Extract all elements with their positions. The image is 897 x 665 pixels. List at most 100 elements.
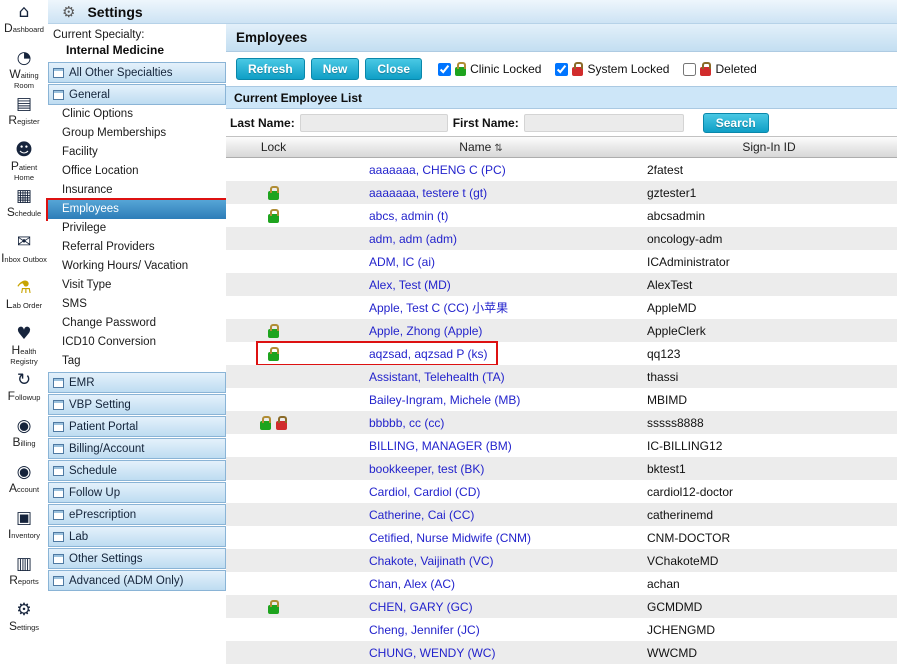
employee-name-link[interactable]: Catherine, Cai (CC) <box>369 508 474 522</box>
sidebar-section-patient-portal[interactable]: Patient Portal <box>48 416 226 437</box>
sidebar-section-billing-account[interactable]: Billing/Account <box>48 438 226 459</box>
sign-in-id: AppleMD <box>641 301 897 315</box>
employee-name-link[interactable]: Cardiol, Cardiol (CD) <box>369 485 480 499</box>
employee-name-link[interactable]: Cetified, Nurse Midwife (CNM) <box>369 531 531 545</box>
nav-rail-item-health-registry[interactable]: ♥Health Registry <box>0 323 48 369</box>
employee-name-link[interactable]: Bailey-Ingram, Michele (MB) <box>369 393 520 407</box>
employee-name-link[interactable]: Chakote, Vaijinath (VC) <box>369 554 494 568</box>
sidebar-item-visit-type[interactable]: Visit Type <box>48 276 226 295</box>
sidebar-item-facility[interactable]: Facility <box>48 143 226 162</box>
nav-rail-item-inventory[interactable]: ▣Inventory <box>0 507 48 553</box>
red-lock-icon <box>276 421 287 430</box>
sidebar-item-working-hours-vacation[interactable]: Working Hours/ Vacation <box>48 257 226 276</box>
nav-rail-item-schedule[interactable]: ▦Schedule <box>0 185 48 231</box>
sidebar-item-icd10-conversion[interactable]: ICD10 Conversion <box>48 333 226 352</box>
sidebar-section-vbp-setting[interactable]: VBP Setting <box>48 394 226 415</box>
sidebar-item-office-location[interactable]: Office Location <box>48 162 226 181</box>
employee-name-link[interactable]: Assistant, Telehealth (TA) <box>369 370 505 384</box>
nav-rail-item-register[interactable]: ▤Register <box>0 93 48 139</box>
checkbox-clinic-locked[interactable] <box>438 63 451 76</box>
filter-clinic-locked: Clinic Locked <box>438 62 541 76</box>
expand-icon <box>53 532 64 542</box>
nav-rail-item-billing[interactable]: ◉Billing <box>0 415 48 461</box>
employee-name-link[interactable]: Chan, Alex (AC) <box>369 577 455 591</box>
expand-icon <box>53 444 64 454</box>
sidebar-item-referral-providers[interactable]: Referral Providers <box>48 238 226 257</box>
sidebar-section-follow-up[interactable]: Follow Up <box>48 482 226 503</box>
sidebar-section-advanced-adm-only[interactable]: Advanced (ADM Only) <box>48 570 226 591</box>
current-specialty-label: Current Specialty: <box>48 24 226 41</box>
employee-name-link[interactable]: Alex, Test (MD) <box>369 278 451 292</box>
filter-label: System Locked <box>587 62 669 76</box>
checkbox-deleted[interactable] <box>683 63 696 76</box>
employee-name-link[interactable]: abcs, admin (t) <box>369 209 448 223</box>
employee-name-link[interactable]: CHUNG, WENDY (WC) <box>369 646 495 660</box>
name-cell: ADM, IC (ai) <box>321 255 641 269</box>
sidebar-section-schedule[interactable]: Schedule <box>48 460 226 481</box>
nav-rail-item-lab-order[interactable]: ⚗Lab Order <box>0 277 48 323</box>
employee-name-link[interactable]: aaaaaaa, CHENG C (PC) <box>369 163 506 177</box>
employee-row: adm, adm (adm)oncology-adm <box>226 227 897 250</box>
sidebar-section-lab[interactable]: Lab <box>48 526 226 547</box>
nav-rail-label: Register <box>8 114 39 128</box>
refresh-button[interactable]: Refresh <box>236 58 305 80</box>
sort-icon: ⇅ <box>494 143 502 154</box>
employee-name-link[interactable]: CHEN, GARY (GC) <box>369 600 473 614</box>
name-cell: bbbbb, cc (cc) <box>321 416 641 430</box>
sidebar-section-label: Lab <box>69 531 88 543</box>
nav-rail-item-settings[interactable]: ⚙Settings <box>0 599 48 645</box>
employee-name-link[interactable]: aaaaaaa, testere t (gt) <box>369 186 487 200</box>
sidebar-item-employees[interactable]: Employees <box>48 200 226 219</box>
expand-icon <box>53 400 64 410</box>
sidebar-section-other-settings[interactable]: Other Settings <box>48 548 226 569</box>
sidebar-section-label: Other Settings <box>69 553 143 565</box>
nav-rail-item-account[interactable]: ◉Account <box>0 461 48 507</box>
sidebar-section-label: Patient Portal <box>69 421 138 433</box>
sidebar-item-clinic-options[interactable]: Clinic Options <box>48 105 226 124</box>
employee-name-link[interactable]: Apple, Zhong (Apple) <box>369 324 482 338</box>
sidebar-item-change-password[interactable]: Change Password <box>48 314 226 333</box>
search-button[interactable]: Search <box>703 113 769 133</box>
sidebar-section-general[interactable]: General <box>48 84 226 105</box>
employee-name-link[interactable]: Apple, Test C (CC) 小苹果 <box>369 301 508 315</box>
sidebar-section-eprescription[interactable]: ePrescription <box>48 504 226 525</box>
sidebar-section-all-other-specialties[interactable]: All Other Specialties <box>48 62 226 83</box>
first-name-input[interactable] <box>524 114 684 132</box>
new-button[interactable]: New <box>311 58 360 80</box>
nav-rail-item-followup[interactable]: ↻Followup <box>0 369 48 415</box>
checkbox-system-locked[interactable] <box>555 63 568 76</box>
nav-rail-label: Followup <box>8 390 41 404</box>
sidebar-item-sms[interactable]: SMS <box>48 295 226 314</box>
sidebar-item-group-memberships[interactable]: Group Memberships <box>48 124 226 143</box>
account-icon: ◉ <box>17 464 32 481</box>
last-name-input[interactable] <box>300 114 448 132</box>
name-cell: bookkeeper, test (BK) <box>321 462 641 476</box>
employee-name-link[interactable]: BILLING, MANAGER (BM) <box>369 439 512 453</box>
employee-name-link[interactable]: ADM, IC (ai) <box>369 255 435 269</box>
sidebar-section-label: Billing/Account <box>69 443 144 455</box>
nav-rail-item-dashboard[interactable]: ⌂Dashboard <box>0 1 48 47</box>
column-header-name[interactable]: Name⇅ <box>321 140 641 154</box>
employee-row: Chakote, Vaijinath (VC)VChakoteMD <box>226 549 897 572</box>
sidebar-item-privilege[interactable]: Privilege <box>48 219 226 238</box>
column-header-signin: Sign-In ID <box>641 140 897 154</box>
sidebar-item-insurance[interactable]: Insurance <box>48 181 226 200</box>
lock-cell <box>226 209 321 223</box>
nav-rail-item-patient-home[interactable]: ☻Patient Home <box>0 139 48 185</box>
employee-row: Chan, Alex (AC)achan <box>226 572 897 595</box>
nav-rail-item-reports[interactable]: ▥Reports <box>0 553 48 599</box>
employee-name-link[interactable]: bookkeeper, test (BK) <box>369 462 484 476</box>
employee-name-link[interactable]: adm, adm (adm) <box>369 232 457 246</box>
sign-in-id: WWCMD <box>641 646 897 660</box>
employee-name-link[interactable]: Cheng, Jennifer (JC) <box>369 623 480 637</box>
employee-row: CHUNG, WENDY (WC) WWCMD <box>226 641 897 664</box>
nav-rail-item-waiting-room[interactable]: ◔Waiting Room <box>0 47 48 93</box>
employee-name-link[interactable]: aqzsad, aqzsad P (ks) <box>369 347 488 361</box>
billing-icon: ◉ <box>17 418 32 435</box>
sidebar-item-tag[interactable]: Tag <box>48 352 226 371</box>
employee-name-link[interactable]: bbbbb, cc (cc) <box>369 416 444 430</box>
close-button[interactable]: Close <box>365 58 422 80</box>
nav-rail-item-inbox-outbox[interactable]: ✉Inbox Outbox <box>0 231 48 277</box>
sidebar-section-emr[interactable]: EMR <box>48 372 226 393</box>
lock-filters: Clinic LockedSystem LockedDeleted <box>438 62 757 76</box>
